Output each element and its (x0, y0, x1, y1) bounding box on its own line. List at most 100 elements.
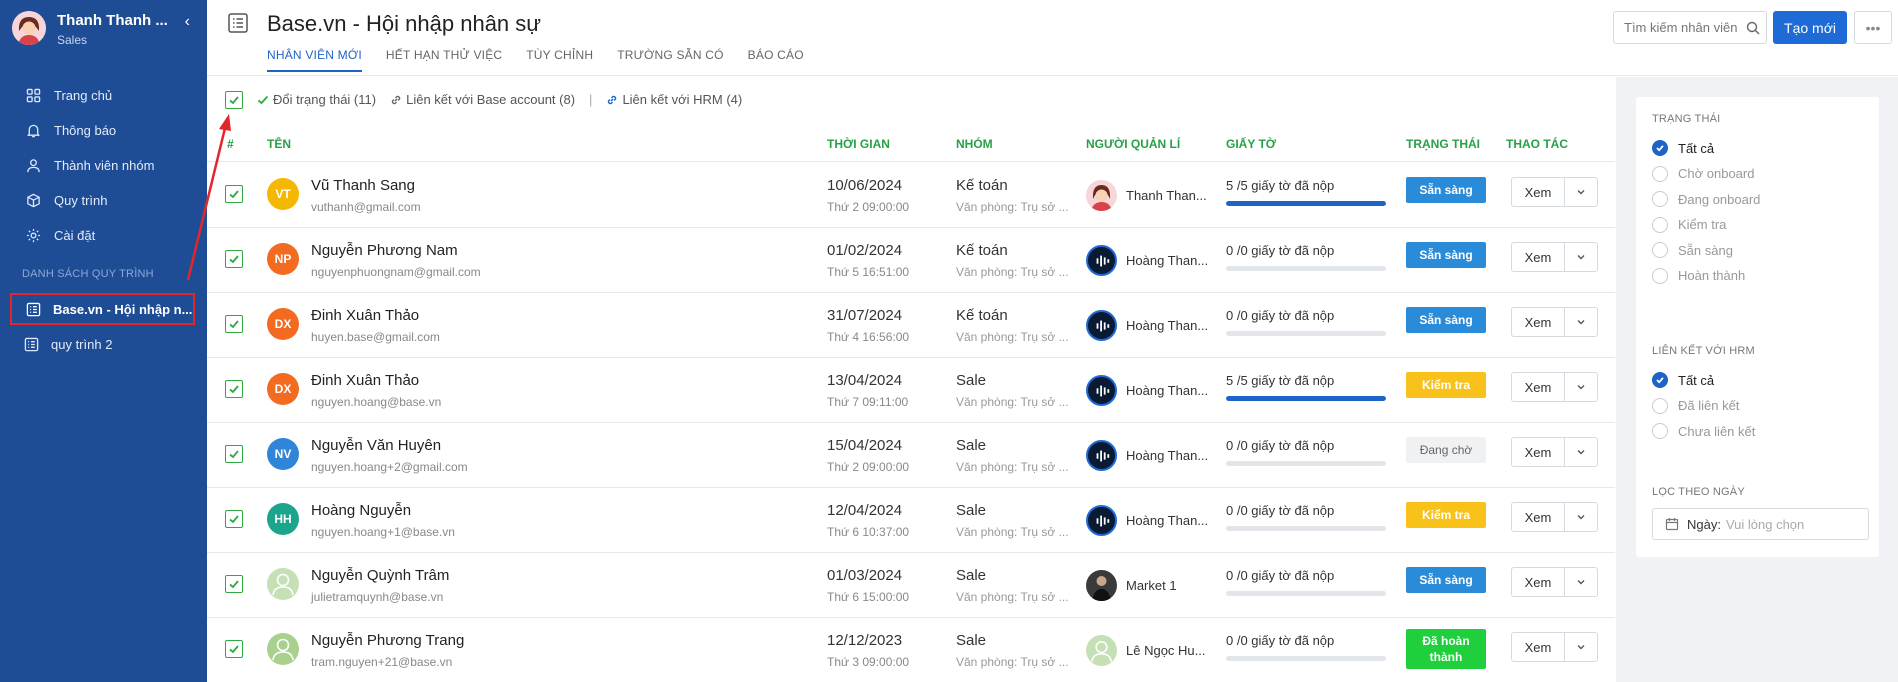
row-checkbox[interactable] (225, 185, 243, 203)
table-row[interactable]: Nguyễn Phương Trang tram.nguyen+21@base.v… (207, 618, 1615, 682)
view-dropdown-button[interactable] (1565, 503, 1597, 531)
employee-name[interactable]: Đinh Xuân Thảo (311, 307, 419, 324)
tab-customize[interactable]: TÙY CHỈNH (526, 48, 593, 72)
sidebar-item-team-members[interactable]: Thành viên nhóm (0, 148, 207, 183)
status-badge[interactable]: Kiểm tra (1406, 372, 1486, 398)
sidebar-item-processes[interactable]: Quy trình (0, 183, 207, 218)
status-filter-option[interactable]: Hoàn thành (1652, 267, 1745, 284)
user-profile[interactable]: Thanh Thanh ... Sales ‹ (12, 9, 202, 51)
hrm-filter-option[interactable]: Đã liên kết (1652, 397, 1739, 414)
search-icon[interactable] (1746, 21, 1760, 35)
employee-name[interactable]: Đinh Xuân Thảo (311, 372, 419, 389)
select-all-checkbox[interactable] (225, 90, 243, 109)
radio-label: Đang onboard (1678, 191, 1761, 207)
date-filter-input[interactable]: Ngày: Vui lòng chọn (1652, 508, 1869, 540)
view-button[interactable]: Xem (1512, 243, 1565, 271)
radio-button[interactable] (1652, 423, 1668, 439)
view-dropdown-button[interactable] (1565, 178, 1597, 206)
view-button[interactable]: Xem (1512, 308, 1565, 336)
status-badge[interactable]: Sẵn sàng (1406, 567, 1486, 593)
hrm-filter-option[interactable]: Chưa liên kết (1652, 423, 1755, 439)
view-button[interactable]: Xem (1512, 373, 1565, 401)
tab-probation-expiry[interactable]: HẾT HẠN THỬ VIỆC (386, 48, 502, 72)
link-base-account-action[interactable]: Liên kết với Base account (8) (390, 92, 575, 107)
hrm-filter-option[interactable]: Tất cả (1652, 372, 1714, 388)
radio-button[interactable] (1652, 372, 1668, 388)
table-row[interactable]: DX Đinh Xuân Thảo nguyen.hoang@base.vn 13/0… (207, 358, 1615, 423)
radio-button[interactable] (1652, 165, 1668, 182)
row-checkbox[interactable] (225, 575, 243, 593)
radio-button[interactable] (1652, 397, 1668, 414)
documents-count: 5 /5 giấy tờ đã nộp (1226, 373, 1335, 388)
status-filter-option[interactable]: Chờ onboard (1652, 165, 1754, 182)
employee-name[interactable]: Vũ Thanh Sang (311, 177, 415, 194)
column-header-status[interactable]: TRẠNG THÁI (1406, 137, 1480, 151)
more-options-button[interactable]: ••• (1854, 11, 1892, 44)
view-dropdown-button[interactable] (1565, 243, 1597, 271)
row-checkbox[interactable] (225, 380, 243, 398)
view-button[interactable]: Xem (1512, 438, 1565, 466)
view-dropdown-button[interactable] (1565, 373, 1597, 401)
column-header-group[interactable]: NHÓM (956, 137, 993, 151)
employee-name[interactable]: Nguyễn Quỳnh Trâm (311, 567, 449, 584)
radio-button[interactable] (1652, 242, 1668, 258)
sidebar-item-home[interactable]: Trang chủ (0, 78, 207, 113)
row-checkbox[interactable] (225, 510, 243, 528)
radio-button[interactable] (1652, 216, 1668, 233)
check-icon (229, 450, 239, 459)
status-filter-option[interactable]: Tất cả (1652, 140, 1714, 156)
status-badge[interactable]: Đang chờ (1406, 437, 1486, 463)
column-header-docs[interactable]: GIẤY TỜ (1226, 137, 1276, 151)
view-dropdown-button[interactable] (1565, 438, 1597, 466)
radio-button[interactable] (1652, 140, 1668, 156)
tab-new-employees[interactable]: NHÂN VIÊN MỚI (267, 48, 362, 72)
view-dropdown-button[interactable] (1565, 633, 1597, 661)
create-new-button[interactable]: Tạo mới (1773, 11, 1847, 44)
manager-name: Hoàng Than... (1126, 513, 1209, 528)
employee-name[interactable]: Nguyễn Phương Nam (311, 242, 458, 259)
view-button[interactable]: Xem (1512, 178, 1565, 206)
link-hrm-action[interactable]: Liên kết với HRM (4) (606, 92, 742, 107)
column-header-time[interactable]: THỜI GIAN (827, 137, 890, 151)
table-row[interactable]: DX Đinh Xuân Thảo huyen.base@gmail.com 31/0… (207, 293, 1615, 358)
table-row[interactable]: NV Nguyễn Văn Huyên nguyen.hoang+2@gmail.c… (207, 423, 1615, 488)
table-row[interactable]: NP Nguyễn Phương Nam nguyenphuongnam@gmail… (207, 228, 1615, 293)
status-badge[interactable]: Sẵn sàng (1406, 242, 1486, 268)
view-button[interactable]: Xem (1512, 633, 1565, 661)
row-checkbox[interactable] (225, 250, 243, 268)
radio-button[interactable] (1652, 191, 1668, 207)
row-checkbox[interactable] (225, 315, 243, 333)
tab-builtin-fields[interactable]: TRƯỜNG SẴN CÓ (617, 48, 723, 72)
process-item[interactable]: quy trình 2 (10, 328, 195, 360)
status-badge[interactable]: Sẵn sàng (1406, 177, 1486, 203)
radio-button[interactable] (1652, 267, 1668, 284)
collapse-sidebar-icon[interactable]: ‹ (185, 13, 190, 31)
employee-name[interactable]: Hoàng Nguyễn (311, 502, 411, 519)
view-dropdown-button[interactable] (1565, 308, 1597, 336)
view-button[interactable]: Xem (1512, 503, 1565, 531)
status-filter-option[interactable]: Sẵn sàng (1652, 242, 1733, 258)
row-checkbox[interactable] (225, 445, 243, 463)
table-row[interactable]: Nguyễn Quỳnh Trâm julietramquynh@base.vn 0… (207, 553, 1615, 618)
sidebar-item-notifications[interactable]: Thông báo (0, 113, 207, 148)
employee-name[interactable]: Nguyễn Phương Trang (311, 632, 464, 649)
row-checkbox[interactable] (225, 640, 243, 658)
tab-reports[interactable]: BÁO CÁO (748, 48, 804, 72)
employee-name[interactable]: Nguyễn Văn Huyên (311, 437, 441, 454)
change-status-action[interactable]: Đổi trạng thái (11) (257, 92, 376, 107)
column-header-manager[interactable]: NGƯỜI QUẢN LÍ (1086, 137, 1180, 151)
process-item-active[interactable]: Base.vn - Hội nhập n... (10, 293, 195, 325)
search-input[interactable] (1624, 20, 1742, 35)
status-badge[interactable]: Sẵn sàng (1406, 307, 1486, 333)
status-filter-option[interactable]: Kiểm tra (1652, 216, 1726, 233)
table-row[interactable]: VT Vũ Thanh Sang vuthanh@gmail.com 10/06/20… (207, 163, 1615, 228)
view-button-group: Xem (1511, 177, 1598, 207)
table-row[interactable]: HH Hoàng Nguyễn nguyen.hoang+1@base.vn 12/0… (207, 488, 1615, 553)
sidebar-item-settings[interactable]: Cài đặt (0, 218, 207, 253)
status-badge[interactable]: Đã hoàn thành (1406, 629, 1486, 669)
view-button[interactable]: Xem (1512, 568, 1565, 596)
status-badge[interactable]: Kiểm tra (1406, 502, 1486, 528)
view-dropdown-button[interactable] (1565, 568, 1597, 596)
status-filter-option[interactable]: Đang onboard (1652, 191, 1760, 207)
column-header-name[interactable]: TÊN (267, 137, 291, 151)
